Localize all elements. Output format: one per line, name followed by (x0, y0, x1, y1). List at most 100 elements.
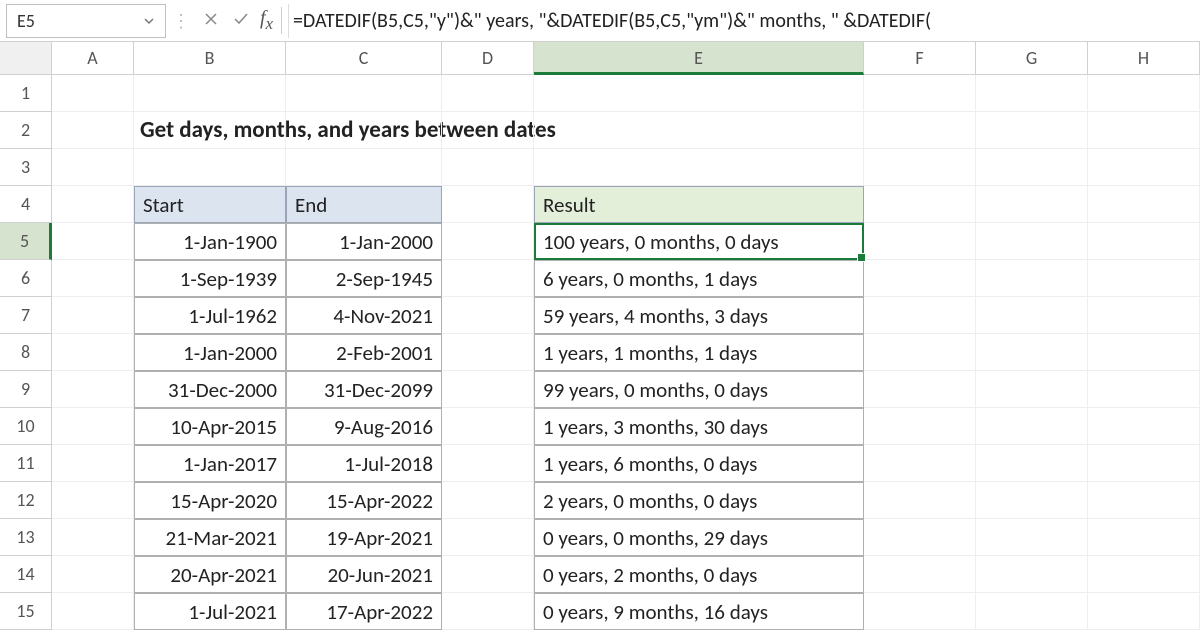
col-header-H[interactable]: H (1088, 42, 1200, 75)
cell[interactable] (864, 334, 976, 371)
cell[interactable] (442, 593, 534, 630)
table-cell-result[interactable]: 99 years, 0 months, 0 days (534, 371, 864, 408)
row-header[interactable]: 2 (0, 112, 52, 149)
cell[interactable] (442, 75, 534, 112)
cell[interactable] (864, 371, 976, 408)
row-header[interactable]: 10 (0, 408, 52, 445)
cell[interactable] (1088, 149, 1200, 186)
cell[interactable] (1088, 112, 1200, 149)
cell[interactable] (864, 260, 976, 297)
row-header[interactable]: 14 (0, 556, 52, 593)
table-cell-end[interactable]: 1-Jul-2018 (286, 445, 442, 482)
row-header[interactable]: 5 (0, 223, 52, 260)
table-cell-result[interactable]: 59 years, 4 months, 3 days (534, 297, 864, 334)
cell[interactable] (1088, 334, 1200, 371)
cell[interactable] (52, 334, 134, 371)
row-header[interactable]: 1 (0, 75, 52, 112)
row-header[interactable]: 3 (0, 149, 52, 186)
select-all-corner[interactable] (0, 42, 52, 75)
cell[interactable] (976, 186, 1088, 223)
cell[interactable] (52, 186, 134, 223)
cell[interactable] (976, 149, 1088, 186)
cell[interactable] (1088, 445, 1200, 482)
cell[interactable] (52, 260, 134, 297)
cell[interactable] (52, 593, 134, 630)
table-cell-end[interactable]: 1-Jan-2000 (286, 223, 442, 260)
cell[interactable] (442, 445, 534, 482)
cell[interactable] (976, 593, 1088, 630)
cell[interactable] (534, 75, 864, 112)
table-cell-end[interactable]: 15-Apr-2022 (286, 482, 442, 519)
table-cell-result[interactable]: 0 years, 2 months, 0 days (534, 556, 864, 593)
table-cell-end[interactable]: 2-Sep-1945 (286, 260, 442, 297)
cell[interactable] (864, 408, 976, 445)
table-header-start[interactable]: Start (134, 186, 286, 223)
cell[interactable] (1088, 297, 1200, 334)
row-header[interactable]: 13 (0, 519, 52, 556)
chevron-down-icon[interactable] (143, 10, 155, 32)
cell[interactable] (286, 149, 442, 186)
cell[interactable] (976, 75, 1088, 112)
cell[interactable] (442, 482, 534, 519)
cell[interactable] (286, 112, 442, 149)
cell[interactable] (864, 112, 976, 149)
cancel-icon[interactable] (196, 10, 226, 32)
cell[interactable] (976, 556, 1088, 593)
col-header-B[interactable]: B (134, 42, 286, 75)
cell[interactable] (442, 223, 534, 260)
table-cell-start[interactable]: 20-Apr-2021 (134, 556, 286, 593)
table-cell-result[interactable]: 1 years, 6 months, 0 days (534, 445, 864, 482)
table-cell-start[interactable]: 1-Jan-2000 (134, 334, 286, 371)
formula-input[interactable]: =DATEDIF(B5,C5,"y")&" years, "&DATEDIF(B… (288, 4, 1200, 38)
cell[interactable] (52, 556, 134, 593)
col-header-G[interactable]: G (976, 42, 1088, 75)
row-header[interactable]: 15 (0, 593, 52, 630)
page-title[interactable]: Get days, months, and years between date… (134, 112, 286, 149)
row-header[interactable]: 12 (0, 482, 52, 519)
cell[interactable] (1088, 408, 1200, 445)
table-cell-end[interactable]: 31-Dec-2099 (286, 371, 442, 408)
col-header-D[interactable]: D (442, 42, 534, 75)
cell[interactable] (442, 260, 534, 297)
cell[interactable] (442, 408, 534, 445)
cell[interactable] (864, 75, 976, 112)
cell[interactable] (442, 112, 534, 149)
cell[interactable] (1088, 75, 1200, 112)
cell[interactable] (864, 223, 976, 260)
table-header-result[interactable]: Result (534, 186, 864, 223)
col-header-A[interactable]: A (52, 42, 134, 75)
cell[interactable] (976, 408, 1088, 445)
cell[interactable] (864, 445, 976, 482)
cell[interactable] (52, 149, 134, 186)
col-header-F[interactable]: F (864, 42, 976, 75)
cell[interactable] (1088, 186, 1200, 223)
cell[interactable] (976, 519, 1088, 556)
table-cell-result[interactable]: 1 years, 3 months, 30 days (534, 408, 864, 445)
table-cell-end[interactable]: 2-Feb-2001 (286, 334, 442, 371)
cell[interactable] (442, 519, 534, 556)
table-cell-end[interactable]: 17-Apr-2022 (286, 593, 442, 630)
row-header[interactable]: 11 (0, 445, 52, 482)
cell[interactable] (1088, 223, 1200, 260)
cell[interactable] (52, 519, 134, 556)
table-cell-result[interactable]: 0 years, 0 months, 29 days (534, 519, 864, 556)
cell[interactable] (534, 112, 864, 149)
cell[interactable] (442, 334, 534, 371)
cell[interactable] (976, 297, 1088, 334)
cell[interactable] (1088, 519, 1200, 556)
table-header-end[interactable]: End (286, 186, 442, 223)
cell[interactable] (52, 223, 134, 260)
cell[interactable] (442, 297, 534, 334)
cell[interactable] (864, 149, 976, 186)
cell[interactable] (534, 149, 864, 186)
table-cell-start[interactable]: 31-Dec-2000 (134, 371, 286, 408)
cell[interactable] (976, 223, 1088, 260)
cell[interactable] (1088, 371, 1200, 408)
cell[interactable] (976, 445, 1088, 482)
cell[interactable] (976, 334, 1088, 371)
table-cell-start[interactable]: 21-Mar-2021 (134, 519, 286, 556)
cell[interactable] (442, 371, 534, 408)
table-cell-end[interactable]: 4-Nov-2021 (286, 297, 442, 334)
table-cell-result[interactable]: 0 years, 9 months, 16 days (534, 593, 864, 630)
cell[interactable] (864, 186, 976, 223)
